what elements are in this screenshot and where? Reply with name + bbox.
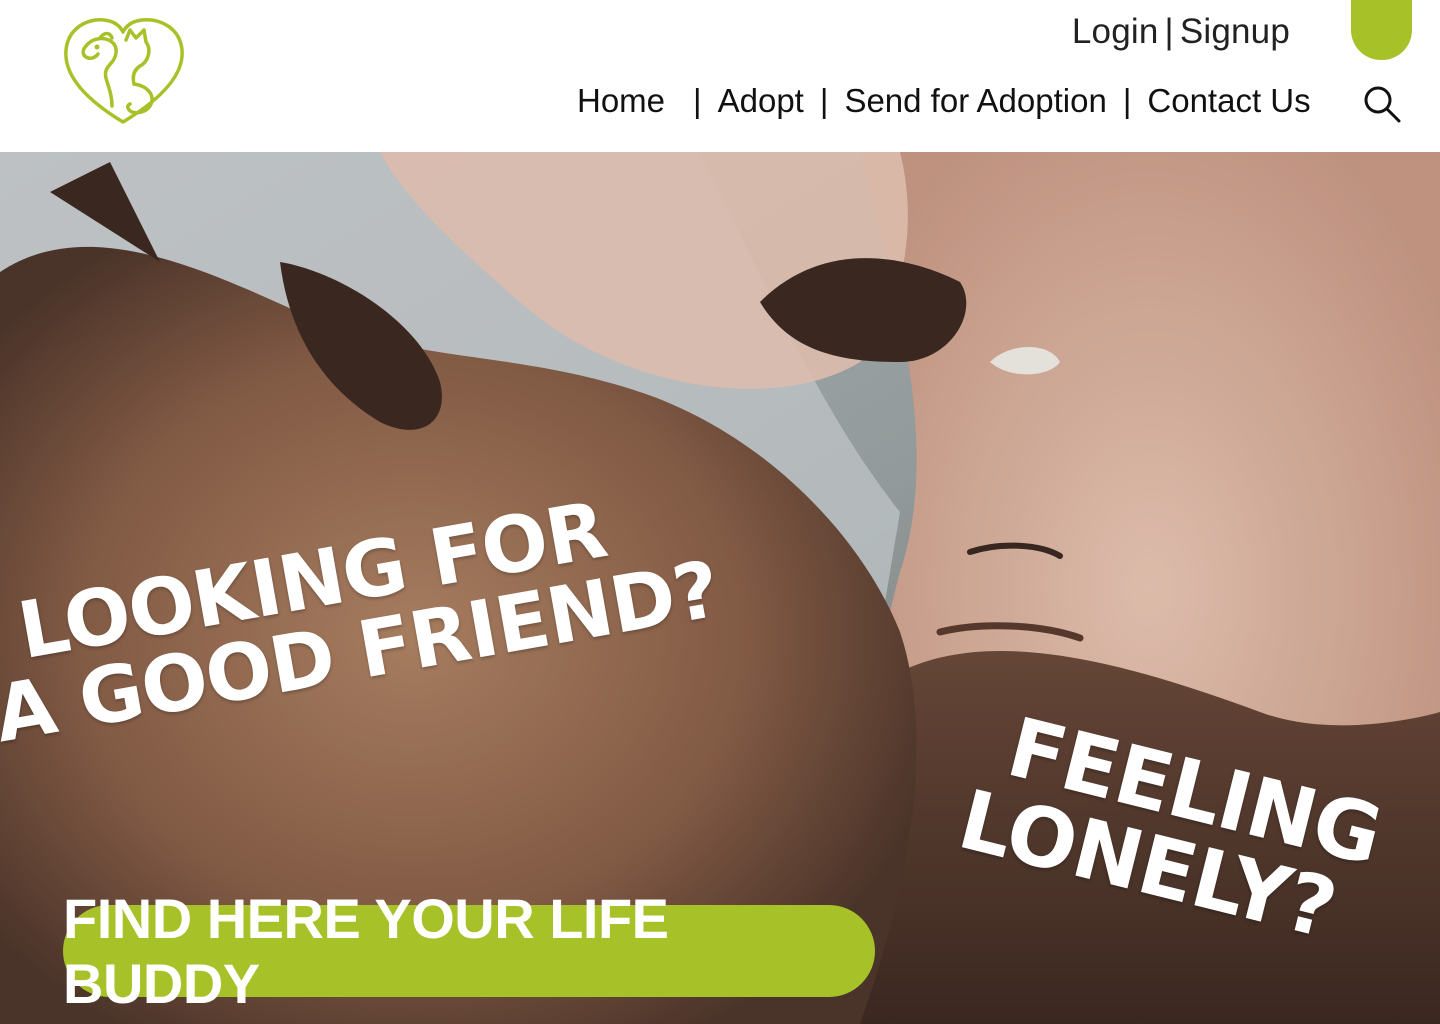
login-link[interactable]: Login	[1072, 12, 1159, 51]
search-button[interactable]	[1362, 84, 1402, 124]
nav-item-adopt[interactable]: Adopt	[718, 82, 804, 120]
nav-separator: |	[693, 82, 702, 119]
nav-item-send-for-adoption[interactable]: Send for Adoption	[844, 82, 1106, 120]
dog-cat-heart-icon	[64, 18, 184, 124]
main-nav: Home | Adopt | Send for Adoption | Conta…	[577, 82, 1311, 120]
signup-link[interactable]: Signup	[1180, 12, 1290, 51]
search-icon	[1364, 86, 1401, 123]
auth-links: Login | Signup	[1072, 12, 1290, 52]
find-buddy-button[interactable]: FIND HERE YOUR LIFE BUDDY	[63, 887, 875, 1015]
nav-item-home[interactable]: Home	[577, 82, 665, 120]
nav-separator: |	[1122, 82, 1132, 119]
nav-item-contact-us[interactable]: Contact Us	[1147, 82, 1310, 120]
logo[interactable]	[60, 14, 186, 128]
nav-separator: |	[819, 82, 829, 119]
accent-tab	[1351, 0, 1412, 60]
auth-separator: |	[1164, 12, 1174, 51]
site-header: Login | Signup Home | Adopt | Send for Ado…	[0, 0, 1440, 152]
